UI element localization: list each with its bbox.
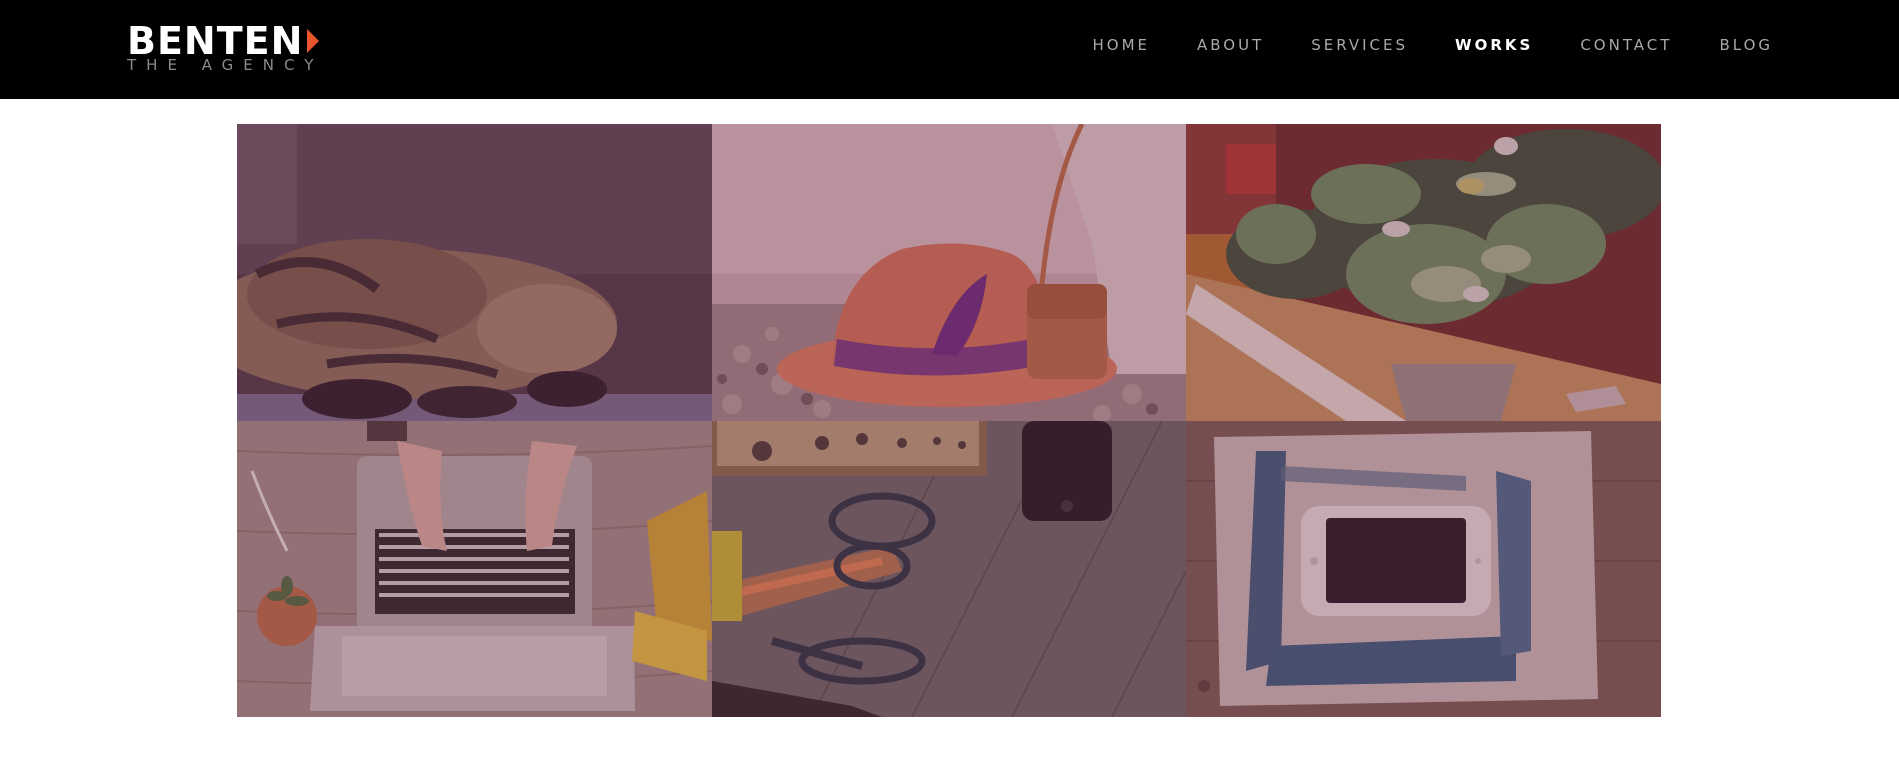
work-tile-phone-paper[interactable] — [1186, 421, 1661, 717]
menu-item-home[interactable]: HOME — [1093, 36, 1151, 54]
main-menu: HOME ABOUT SERVICES WORKS CONTACT BLOG — [1046, 36, 1774, 54]
works-gallery — [237, 124, 1661, 717]
logo-tagline: THE AGENCY — [127, 56, 324, 74]
phone-paper-image — [1186, 421, 1661, 717]
potted-plants-image — [1186, 124, 1661, 421]
work-tile-tools[interactable] — [712, 421, 1186, 717]
logo[interactable]: BENTEN THE AGENCY — [127, 22, 323, 74]
work-tile-potted-plants[interactable] — [1186, 124, 1661, 421]
logo-arrow-icon — [307, 29, 320, 53]
tools-image — [712, 421, 1186, 717]
work-tile-orange-hat[interactable] — [712, 124, 1186, 421]
menu-item-works[interactable]: WORKS — [1455, 36, 1533, 54]
orange-hat-image — [712, 124, 1186, 421]
menu-item-services[interactable]: SERVICES — [1311, 36, 1408, 54]
top-navbar: BENTEN THE AGENCY HOME ABOUT SERVICES WO… — [0, 0, 1899, 99]
menu-item-contact[interactable]: CONTACT — [1580, 36, 1672, 54]
sleeping-cat-image — [237, 124, 712, 421]
work-tile-sleeping-cat[interactable] — [237, 124, 712, 421]
laptop-image — [237, 421, 712, 717]
logo-name: BENTEN — [127, 19, 304, 63]
menu-item-blog[interactable]: BLOG — [1719, 36, 1773, 54]
menu-item-about[interactable]: ABOUT — [1197, 36, 1264, 54]
work-tile-laptop[interactable] — [237, 421, 712, 717]
